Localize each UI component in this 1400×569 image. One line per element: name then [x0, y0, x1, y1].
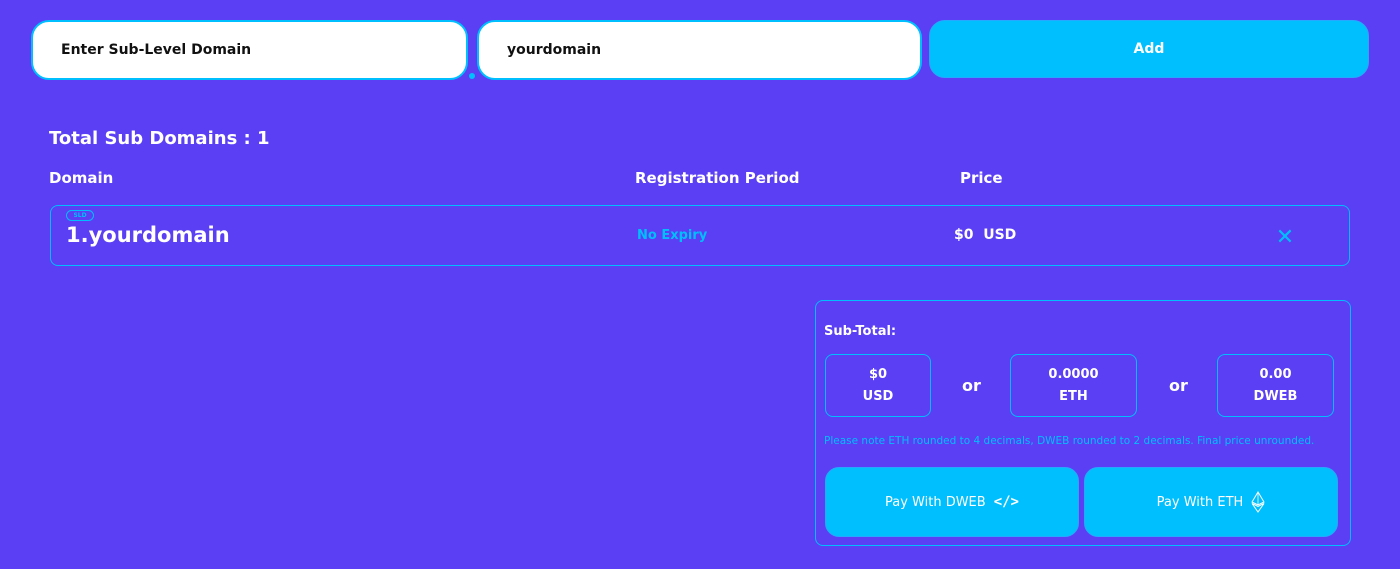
- total-sub-domains: Total Sub Domains : 1: [49, 128, 270, 149]
- amount-dweb: 0.00 DWEB: [1217, 354, 1334, 417]
- checkout-panel: Sub-Total: $0 USD or 0.0000 ETH or 0.00 …: [815, 300, 1351, 546]
- row-price-value: $0: [954, 227, 974, 243]
- add-button[interactable]: Add: [929, 20, 1369, 78]
- code-icon: </>: [993, 494, 1019, 510]
- pay-with-dweb-label: Pay With DWEB: [885, 494, 986, 510]
- subdomain-input-field[interactable]: [31, 20, 468, 80]
- amount-eth: 0.0000 ETH: [1010, 354, 1137, 417]
- rounding-note: Please note ETH rounded to 4 decimals, D…: [824, 435, 1315, 447]
- amount-eth-unit: ETH: [1059, 388, 1088, 404]
- amount-dweb-value: 0.00: [1259, 366, 1292, 382]
- column-header-price: Price: [960, 169, 1003, 187]
- pay-with-eth-label: Pay With ETH: [1156, 494, 1244, 510]
- sld-badge: SLD: [66, 210, 94, 221]
- table-row: SLD 1.yourdomain No Expiry $0 USD ✕: [50, 205, 1350, 266]
- domain-input-field[interactable]: [477, 20, 922, 80]
- row-price: $0 USD: [954, 227, 1016, 243]
- ethereum-icon: [1251, 491, 1266, 513]
- or-label: or: [1169, 376, 1188, 395]
- subtotal-label: Sub-Total:: [824, 324, 897, 339]
- registration-period: No Expiry: [637, 228, 708, 243]
- domain-input[interactable]: [507, 42, 920, 58]
- separator-dot: [469, 73, 475, 79]
- pay-with-eth-button[interactable]: Pay With ETH: [1084, 467, 1338, 537]
- column-header-registration-period: Registration Period: [635, 169, 800, 187]
- amount-eth-value: 0.0000: [1048, 366, 1099, 382]
- subdomain-input[interactable]: [61, 42, 466, 58]
- remove-row-button[interactable]: ✕: [1270, 222, 1300, 252]
- amount-dweb-unit: DWEB: [1253, 388, 1298, 404]
- or-label: or: [962, 376, 981, 395]
- domain-name: 1.yourdomain: [66, 223, 230, 247]
- pay-with-dweb-button[interactable]: Pay With DWEB </>: [825, 467, 1079, 537]
- amount-usd-unit: USD: [862, 388, 894, 404]
- column-header-domain: Domain: [49, 169, 114, 187]
- close-icon: ✕: [1275, 224, 1295, 250]
- amount-usd-value: $0: [868, 366, 888, 382]
- amount-usd: $0 USD: [825, 354, 931, 417]
- row-price-currency: USD: [983, 227, 1017, 243]
